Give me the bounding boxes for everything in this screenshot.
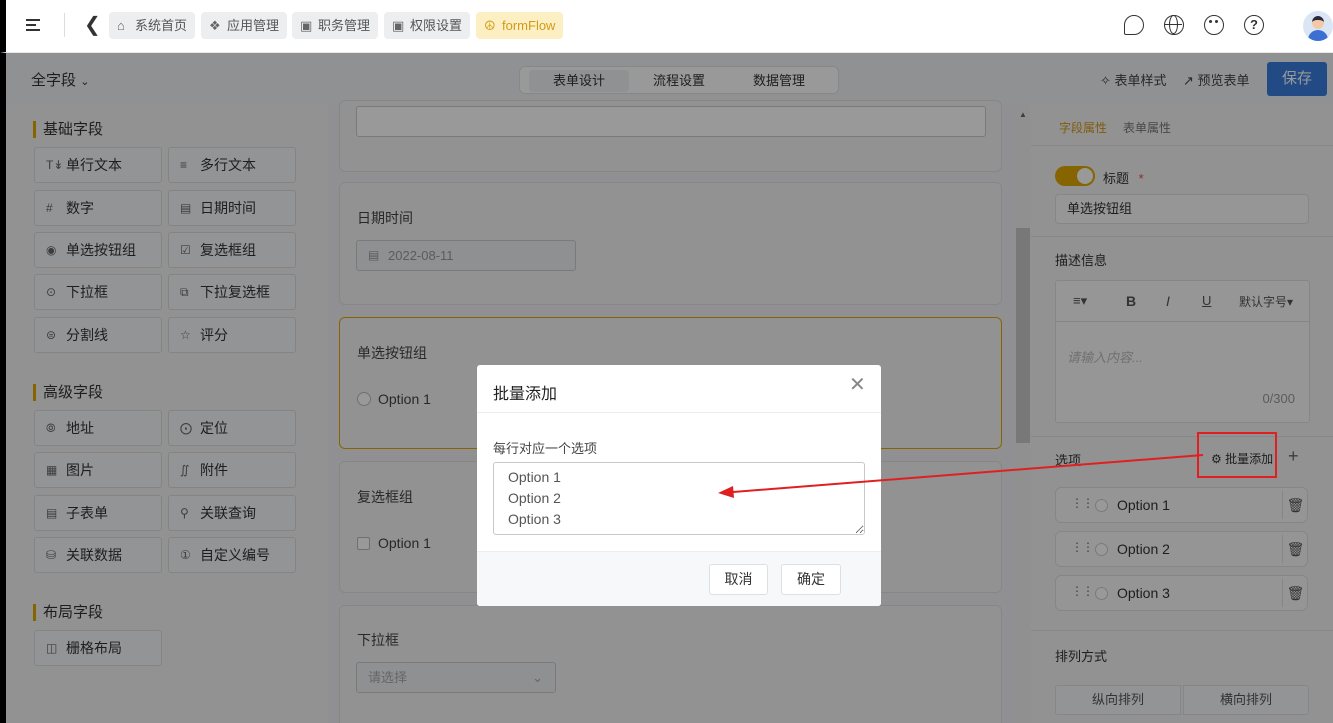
annotation-arrow <box>718 454 1204 498</box>
